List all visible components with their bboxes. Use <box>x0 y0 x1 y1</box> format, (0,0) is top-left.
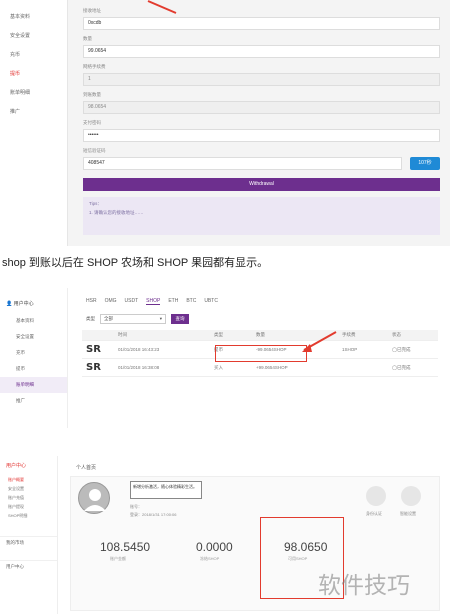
sidebar-section-market[interactable]: 我的市场 <box>0 536 57 548</box>
sidebar-item-security[interactable]: 安全设置 <box>0 27 67 46</box>
caption-text: shop 到账以后在 SHOP 农场和 SHOP 果园都有显示。 <box>2 257 269 269</box>
row-amount: +99.0654SHOP <box>256 365 288 370</box>
tips-text: 1. 请确认您的接收地址…… <box>89 210 144 215</box>
paypwd-input[interactable]: •••••• <box>83 129 440 142</box>
sidebar-item-withdraw[interactable]: 提币 <box>0 361 67 377</box>
row-status: ◯已完成 <box>392 346 411 352</box>
tab-usdt[interactable]: USDT <box>125 298 139 305</box>
sidebar-item-profile[interactable]: 基本资料 <box>0 8 67 27</box>
stat-account-amount: 108.5450 <box>100 540 151 554</box>
sidebar: 👤 用户中心 基本资料 安全设置 充币 提币 账单明细 推广 <box>0 288 68 428</box>
row-status: ◯已完成 <box>392 364 411 370</box>
table-header: 时间 类型 数量 手续费 状态 <box>82 330 438 341</box>
tab-omg[interactable]: OMG <box>105 298 117 305</box>
red-arrow-annotation <box>147 0 177 14</box>
coin-tabs: HSR OMG USDT SHOP ETH BTC UBTC <box>86 298 218 305</box>
sidebar-item-deposit[interactable]: 充币 <box>0 46 67 65</box>
query-button[interactable]: 查询 <box>171 314 189 324</box>
stat-frozen-shop: 0.0000 <box>196 540 233 554</box>
stat-frozen-shop-label: 冻结SHOP <box>200 556 220 561</box>
highlight-box <box>215 345 307 362</box>
row-time: 01/01/2018 16:38:08 <box>118 365 160 370</box>
type-select[interactable]: 全部 ▾ <box>100 314 166 324</box>
sidebar-item-withdraw[interactable]: 提币 <box>0 65 67 84</box>
col-time: 时间 <box>118 332 127 337</box>
amount-input[interactable]: 99.0654 <box>83 45 440 58</box>
sidebar-section-user[interactable]: 用户中心 <box>0 560 57 572</box>
stat-account-amount-label: 账户金额 <box>110 556 126 561</box>
col-fee: 手续费 <box>342 332 356 337</box>
sidebar-item-deposit[interactable]: 充币 <box>0 345 67 361</box>
fee-label: 网络手续费 <box>83 64 106 69</box>
shop-logo-icon: SR <box>86 362 101 373</box>
paypwd-label: 支付密码 <box>83 120 101 125</box>
shop-logo-icon: SR <box>86 344 101 355</box>
sidebar-item-recharge[interactable]: 账户充值 <box>0 493 57 502</box>
tab-shop[interactable]: SHOP <box>146 298 161 305</box>
page-title: 个人首页 <box>76 465 97 471</box>
fee-field: 1 <box>83 73 440 86</box>
withdraw-button[interactable]: Withdrawal <box>83 178 440 191</box>
withdraw-panel: 基本资料 安全设置 充币 提币 账单明细 推广 接收地址 0xcdb 数量 99… <box>0 0 450 246</box>
chevron-down-icon: ▾ <box>159 316 162 321</box>
received-label: 到账数量 <box>83 92 101 97</box>
tab-hsr[interactable]: HSR <box>86 298 97 305</box>
withdraw-form: 接收地址 0xcdb 数量 99.0654 网络手续费 1 到账数量 98.06… <box>83 0 440 246</box>
sidebar: 基本资料 安全设置 充币 提币 账单明细 推广 <box>0 0 68 246</box>
sms-code-input[interactable]: 408547 <box>83 157 402 170</box>
row-fee: 1SHOP <box>342 347 358 352</box>
wifi-icon[interactable] <box>401 486 421 506</box>
send-code-button[interactable]: 107秒 <box>410 157 440 170</box>
watermark: 软件技巧 <box>318 573 410 599</box>
user-info: 账号： 登录：2018/1/31 17:00:06 <box>130 504 177 517</box>
sidebar-item-profile[interactable]: 基本资料 <box>0 313 67 329</box>
sidebar-head: 👤 用户中心 <box>6 301 34 307</box>
tips-title: Tips： <box>89 201 102 206</box>
filter-label: 类型 <box>86 316 95 321</box>
filter-bar: 类型 全部 ▾ 查询 <box>86 314 189 324</box>
row-type: 买入 <box>214 364 223 370</box>
wifi-label: 智能设置 <box>400 511 416 516</box>
sidebar-head: 用户中心 <box>6 463 27 469</box>
id-card-icon[interactable] <box>366 486 386 506</box>
code-label: 短信验证码 <box>83 148 106 153</box>
sidebar-item-shop-detail[interactable]: SHOP明细 <box>0 511 57 520</box>
sidebar-item-promote[interactable]: 推广 <box>0 103 67 122</box>
sidebar-item-bills[interactable]: 账单明细 <box>0 84 67 103</box>
id-card-label: 身份认证 <box>366 511 382 516</box>
col-type: 类型 <box>214 332 223 337</box>
address-input[interactable]: 0xcdb <box>83 17 440 30</box>
sidebar-item-promote[interactable]: 推广 <box>0 393 67 409</box>
sidebar: 用户中心 账户概要 安全设置 账户充值 账户提现 SHOP明细 我的市场 用户中… <box>0 456 58 614</box>
amount-label: 数量 <box>83 36 92 41</box>
avatar[interactable] <box>78 482 110 514</box>
sidebar-item-security[interactable]: 安全设置 <box>0 329 67 345</box>
sidebar-item-overview[interactable]: 账户概要 <box>0 475 57 484</box>
user-icon: 👤 <box>6 301 13 307</box>
row-time: 01/01/2018 16:43:23 <box>118 347 160 352</box>
tab-btc[interactable]: BTC <box>186 298 196 305</box>
tab-eth[interactable]: ETH <box>168 298 178 305</box>
col-status: 状态 <box>392 332 401 337</box>
sidebar-item-bills[interactable]: 账单明细 <box>0 377 67 393</box>
sidebar-item-security[interactable]: 安全设置 <box>0 484 57 493</box>
received-field: 98.0654 <box>83 101 440 114</box>
address-label: 接收地址 <box>83 8 101 13</box>
tab-ubtc[interactable]: UBTC <box>204 298 218 305</box>
sidebar-item-withdraw[interactable]: 账户提现 <box>0 502 57 511</box>
notice-tooltip: 新增分析激活，随心体验精彩生活。 <box>130 481 202 499</box>
tips-box: Tips： 1. 请确认您的接收地址…… <box>83 197 440 235</box>
